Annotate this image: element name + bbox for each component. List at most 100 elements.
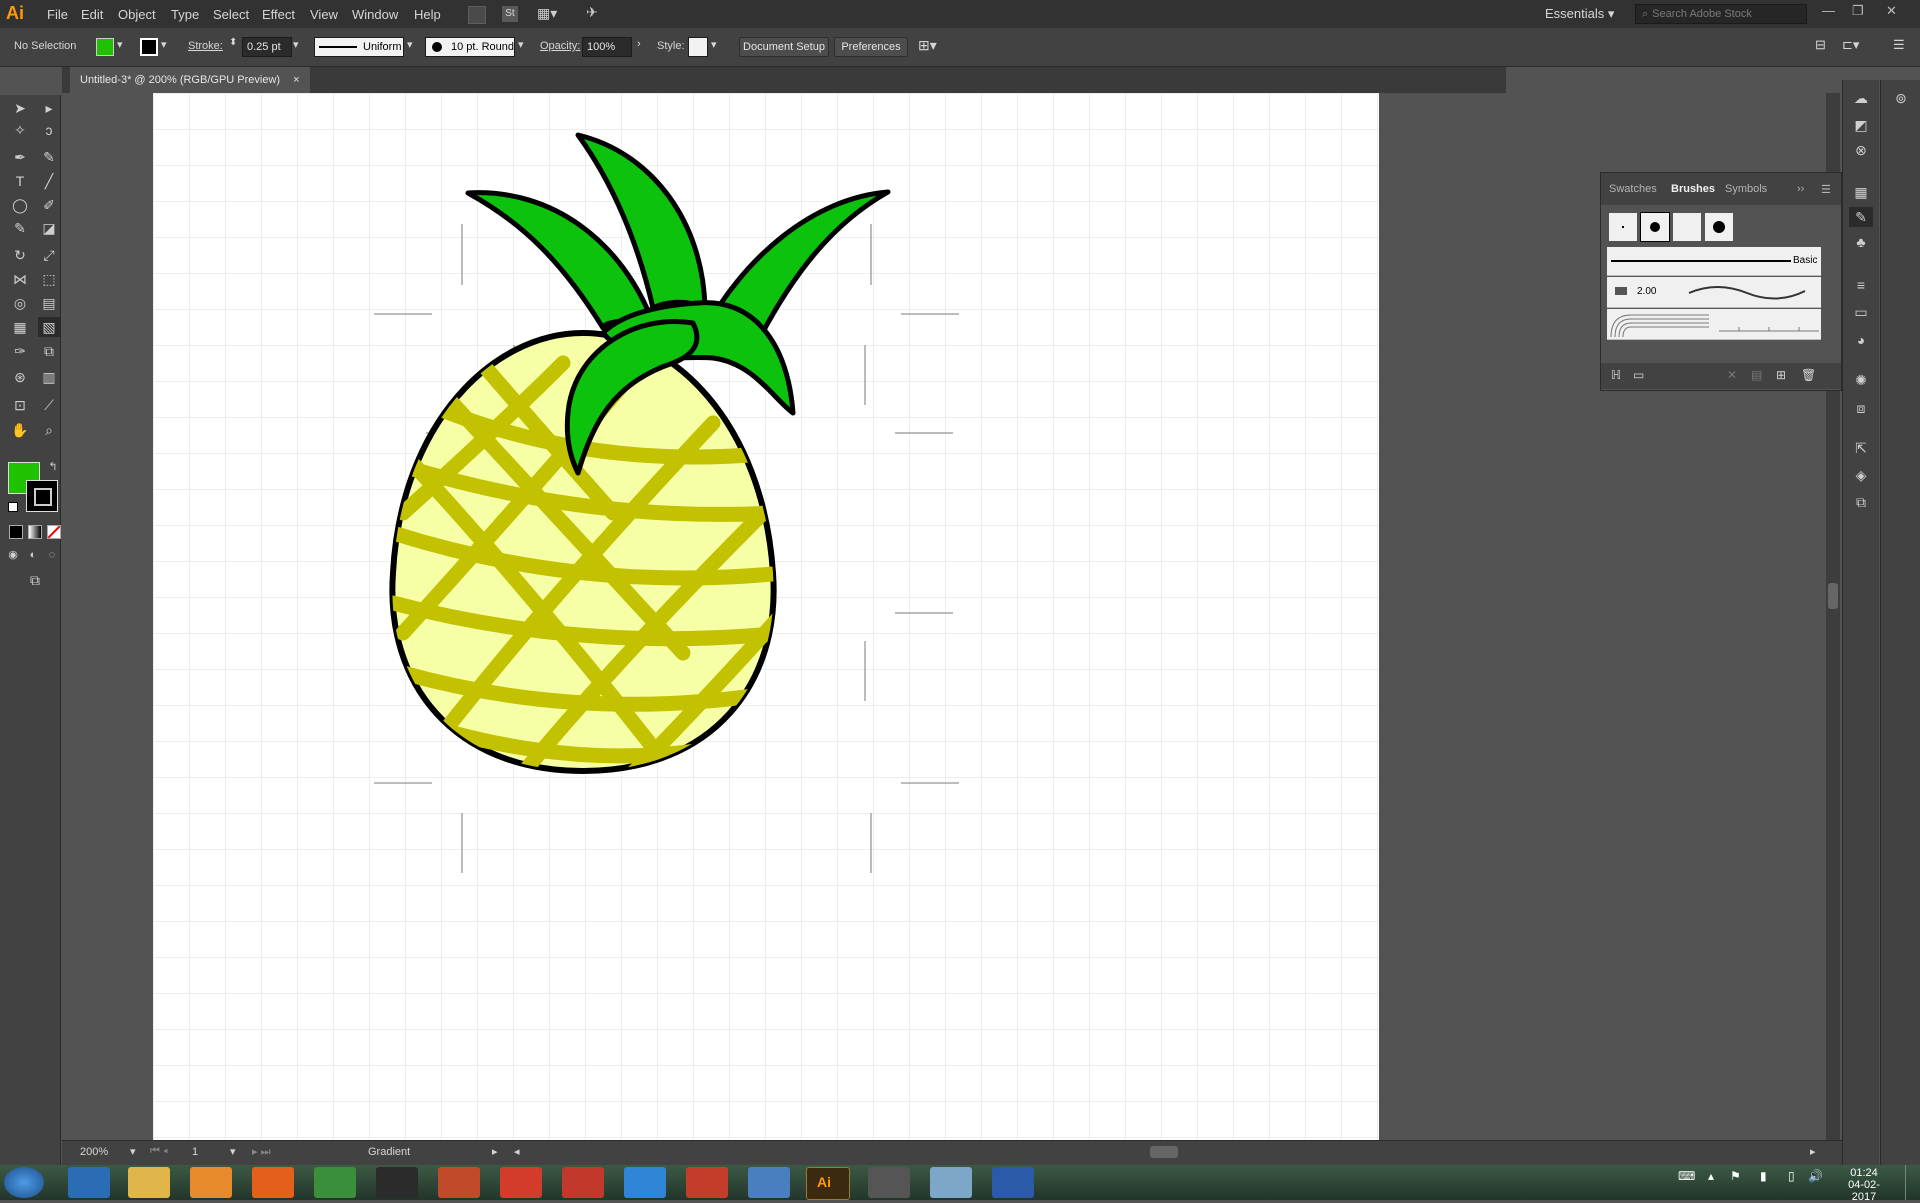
menu-window[interactable]: Window xyxy=(352,7,398,22)
stroke-weight-field[interactable]: 0.25 pt xyxy=(242,37,292,57)
layers-icon[interactable]: ◈ xyxy=(1849,465,1873,485)
gradient-icon[interactable]: ▭ xyxy=(1849,302,1873,322)
file-explorer-icon[interactable] xyxy=(128,1167,170,1198)
draw-normal-icon[interactable]: ◉ xyxy=(2,545,24,565)
direct-selection-tool-icon[interactable]: ▸ xyxy=(38,98,60,118)
stroke-color-swatch[interactable] xyxy=(140,38,158,56)
stepper-icon[interactable]: ⬍ xyxy=(229,37,237,48)
none-mode-icon[interactable] xyxy=(47,525,61,539)
tab-brushes[interactable]: Brushes xyxy=(1671,183,1715,195)
zoom-tool-icon[interactable]: ⌕ xyxy=(38,420,60,440)
shape-builder-tool-icon[interactable]: ◎ xyxy=(9,293,31,313)
canvas-area[interactable] xyxy=(62,93,1506,1140)
app-icon[interactable] xyxy=(624,1167,666,1198)
artboard[interactable] xyxy=(153,93,1379,1140)
keyboard-icon[interactable]: ⌨ xyxy=(1678,1169,1695,1183)
panel-menu-icon[interactable]: ⊟ xyxy=(1815,37,1826,53)
color-guide-icon[interactable]: ⊗ xyxy=(1849,140,1873,160)
brush-row-pattern[interactable] xyxy=(1607,309,1821,340)
minimize-button[interactable]: — xyxy=(1822,3,1835,18)
paintbrush-tool-icon[interactable]: ✐ xyxy=(38,195,60,215)
document-tab[interactable]: Untitled-3* @ 200% (RGB/GPU Preview) × xyxy=(70,67,310,93)
brush-options-icon[interactable]: ▤ xyxy=(1751,368,1762,382)
show-hidden-icons[interactable]: ▴ xyxy=(1708,1169,1714,1183)
width-tool-icon[interactable]: ⋈ xyxy=(9,269,31,289)
graphic-styles-icon[interactable]: ⧈ xyxy=(1849,398,1873,418)
close-tab-icon[interactable]: × xyxy=(293,74,299,86)
app-icon[interactable] xyxy=(562,1167,604,1198)
search-input[interactable]: ⌕ Search Adobe Stock xyxy=(1635,4,1807,24)
swap-colors-icon[interactable]: ↰ xyxy=(42,457,64,477)
opacity-field[interactable]: 100% xyxy=(582,37,632,57)
eraser-tool-icon[interactable]: ◪ xyxy=(38,218,60,238)
gradient-mode-icon[interactable] xyxy=(28,525,42,539)
screen-mode-icon[interactable]: ⧉ xyxy=(24,570,46,590)
opacity-label[interactable]: Opacity: xyxy=(540,40,580,52)
word-icon[interactable] xyxy=(992,1167,1034,1198)
zoom-level[interactable]: 200% xyxy=(80,1146,108,1158)
selection-tool-icon[interactable]: ➤ xyxy=(9,98,31,118)
artboard-number[interactable]: 1 xyxy=(192,1146,198,1158)
start-button[interactable] xyxy=(4,1167,44,1198)
magic-wand-tool-icon[interactable]: ✧ xyxy=(9,120,31,140)
chevron-down-icon[interactable]: ▾ xyxy=(117,38,123,51)
properties-icon[interactable]: ◩ xyxy=(1849,115,1873,135)
menu-help[interactable]: Help xyxy=(414,7,441,22)
clock[interactable]: 01:24 04-02-2017 xyxy=(1838,1167,1890,1203)
arrange-icon[interactable]: ⊏▾ xyxy=(1842,37,1859,53)
graphic-style-swatch[interactable] xyxy=(688,37,708,57)
menu-type[interactable]: Type xyxy=(171,7,199,22)
artboard-tool-icon[interactable]: ⊡ xyxy=(9,395,31,415)
close-button[interactable]: ✕ xyxy=(1886,3,1897,19)
volume-icon[interactable]: 🔊 xyxy=(1808,1169,1823,1183)
menu-view[interactable]: View xyxy=(310,7,338,22)
document-setup-button[interactable]: Document Setup xyxy=(739,37,829,57)
brush-thumb[interactable] xyxy=(1609,213,1637,241)
action-center-icon[interactable]: ⚑ xyxy=(1730,1169,1741,1183)
lasso-tool-icon[interactable]: ↄ xyxy=(38,120,60,140)
menu-object[interactable]: Object xyxy=(118,7,156,22)
transparency-icon[interactable]: ◕ xyxy=(1849,330,1873,350)
stroke-profile-select[interactable]: Uniform xyxy=(314,37,404,57)
ccleaner-icon[interactable] xyxy=(438,1167,480,1198)
brush-libraries-icon[interactable]: ℍ xyxy=(1611,368,1621,382)
scrollbar-thumb[interactable] xyxy=(1828,583,1838,609)
preferences-button[interactable]: Preferences xyxy=(834,37,908,57)
paint-icon[interactable] xyxy=(930,1167,972,1198)
color-mode-icon[interactable] xyxy=(9,525,23,539)
power-icon[interactable]: ▯ xyxy=(1788,1169,1795,1183)
remove-brush-stroke-icon[interactable]: ✕ xyxy=(1727,368,1737,382)
appearance-icon[interactable]: ✺ xyxy=(1849,370,1873,390)
chevron-down-icon[interactable]: ▾ xyxy=(518,38,524,51)
default-colors-icon[interactable] xyxy=(8,502,18,512)
pen-tool-icon[interactable]: ✒ xyxy=(9,147,31,167)
scroll-right-icon[interactable]: ▸ xyxy=(1810,1145,1816,1158)
illustrator-icon[interactable]: Ai xyxy=(806,1167,850,1200)
free-transform-tool-icon[interactable]: ⬚ xyxy=(38,269,60,289)
status-menu-icon[interactable]: ▸ xyxy=(492,1145,498,1158)
rotate-tool-icon[interactable]: ↻ xyxy=(9,245,31,265)
swatches-icon[interactable]: ▦ xyxy=(1849,182,1873,202)
chevron-down-icon[interactable]: ▾ xyxy=(130,1145,136,1158)
symbol-sprayer-tool-icon[interactable]: ⊛ xyxy=(9,367,31,387)
curvature-tool-icon[interactable]: ✎ xyxy=(38,147,60,167)
chevron-down-icon[interactable]: ▾ xyxy=(230,1145,236,1158)
fill-color-swatch[interactable] xyxy=(96,38,114,56)
menu-icon[interactable]: ☰ xyxy=(1893,37,1905,53)
sketchup-icon[interactable] xyxy=(686,1167,728,1198)
tab-symbols[interactable]: Symbols xyxy=(1725,183,1767,195)
chevron-down-icon[interactable]: ▾ xyxy=(407,38,413,51)
hand-tool-icon[interactable]: ✋ xyxy=(9,420,31,440)
arrange-documents-icon[interactable]: ▦▾ xyxy=(537,5,557,22)
menu-effect[interactable]: Effect xyxy=(262,7,295,22)
brush-row-calligraphic[interactable]: 2.00 xyxy=(1607,277,1821,308)
gradient-tool-icon[interactable]: ▧ xyxy=(38,317,60,337)
bridge-icon[interactable] xyxy=(468,6,486,24)
tab-swatches[interactable]: Swatches xyxy=(1609,183,1657,195)
stroke-icon[interactable]: ≡ xyxy=(1849,275,1873,295)
horizontal-scrollbar-thumb[interactable] xyxy=(1150,1146,1178,1158)
library-panel-icon[interactable]: ▭ xyxy=(1633,368,1644,382)
app-icon[interactable] xyxy=(500,1167,542,1198)
type-tool-icon[interactable]: T xyxy=(9,171,31,191)
align-icon[interactable]: ⊞▾ xyxy=(918,37,937,54)
